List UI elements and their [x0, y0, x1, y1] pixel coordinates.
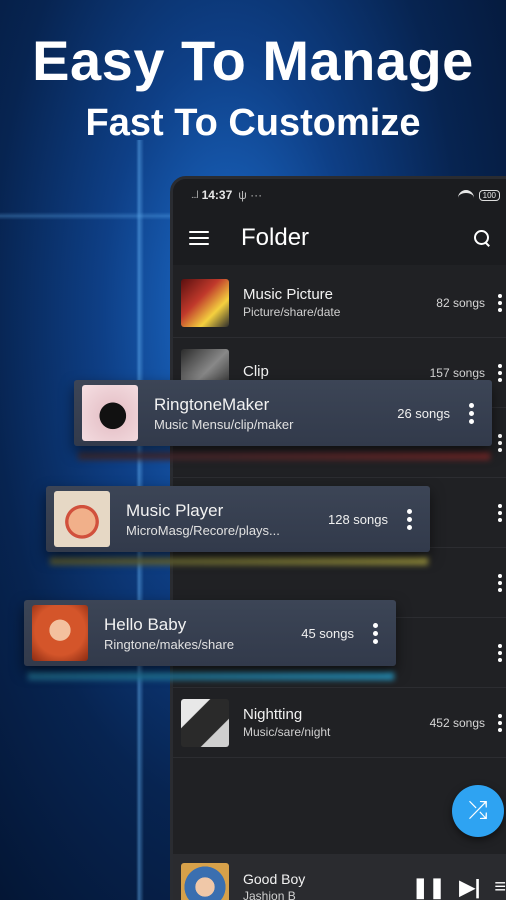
song-count: 452 songs: [429, 715, 485, 730]
folder-card[interactable]: Music Player MicroMasg/Recore/plays... 1…: [46, 486, 430, 552]
status-extra: ψ ···: [238, 188, 263, 202]
song-count: 157 songs: [429, 365, 485, 380]
track-title: Good Boy: [243, 871, 306, 887]
folder-name: Music Player: [126, 500, 224, 520]
folder-path: Music Mensu/clip/maker: [154, 416, 294, 432]
more-options-icon[interactable]: [497, 503, 503, 522]
more-options-icon[interactable]: [497, 293, 503, 312]
folder-thumbnail: [32, 605, 88, 661]
card-glow: [28, 672, 394, 680]
search-icon[interactable]: [474, 230, 490, 246]
folder-name: Music Picture: [243, 286, 334, 303]
menu-icon[interactable]: [189, 231, 209, 245]
more-options-icon[interactable]: [497, 573, 503, 592]
album-art: [181, 863, 229, 900]
folder-name: Clip: [243, 363, 269, 380]
queue-icon[interactable]: ≡: [494, 876, 506, 899]
folder-name: RingtoneMaker: [154, 394, 270, 414]
folder-card[interactable]: Hello Baby Ringtone/makes/share 45 songs: [24, 600, 396, 666]
wifi-icon: [457, 190, 474, 200]
more-options-icon[interactable]: [497, 363, 503, 382]
folder-name: Hello Baby: [104, 614, 187, 634]
list-item[interactable]: Music Picture Picture/share/date 82 song…: [173, 268, 506, 338]
battery-icon: 100: [478, 189, 500, 201]
folder-card[interactable]: RingtoneMaker Music Mensu/clip/maker 26 …: [74, 380, 492, 446]
folder-thumbnail: [82, 385, 138, 441]
folder-thumbnail: [181, 698, 229, 747]
folder-name: Nightting: [243, 706, 303, 723]
shuffle-icon: ⤮: [468, 797, 488, 824]
song-count: 128 songs: [328, 511, 388, 527]
song-count: 82 songs: [436, 295, 485, 310]
pause-icon[interactable]: ❚❚: [412, 875, 446, 900]
song-count: 26 songs: [397, 405, 450, 421]
folder-path: Music/sare/night: [243, 725, 331, 739]
folder-path: MicroMasg/Recore/plays...: [126, 522, 280, 538]
skip-next-icon[interactable]: ▶|: [459, 875, 480, 900]
more-options-icon[interactable]: [468, 402, 474, 424]
more-options-icon[interactable]: [372, 622, 378, 644]
status-bar: ...l 14:37 ψ ··· 100: [173, 179, 506, 211]
status-time: 14:37: [201, 188, 233, 202]
track-artist: Jashion B: [243, 889, 296, 900]
more-options-icon[interactable]: [497, 713, 503, 732]
folder-thumbnail: [54, 491, 110, 547]
list-item[interactable]: Nightting Music/sare/night 452 songs: [173, 688, 506, 758]
card-glow: [50, 557, 428, 565]
signal-icon: ...l: [191, 189, 199, 201]
song-count: 45 songs: [301, 625, 354, 641]
shuffle-button[interactable]: ⤮: [452, 785, 504, 837]
app-bar: Folder: [173, 211, 506, 265]
folder-thumbnail: [181, 278, 229, 327]
folder-path: Picture/share/date: [243, 305, 341, 319]
now-playing-bar[interactable]: Good Boy Jashion B ❚❚ ▶| ≡: [173, 854, 506, 900]
card-glow: [78, 452, 490, 460]
page-title: Folder: [241, 224, 310, 251]
more-options-icon[interactable]: [497, 433, 503, 452]
headline-title: Easy To Manage: [32, 29, 474, 92]
more-options-icon[interactable]: [406, 508, 412, 530]
folder-path: Ringtone/makes/share: [104, 636, 235, 652]
headline-subtitle: Fast To Customize: [85, 102, 421, 144]
more-options-icon[interactable]: [497, 643, 503, 662]
